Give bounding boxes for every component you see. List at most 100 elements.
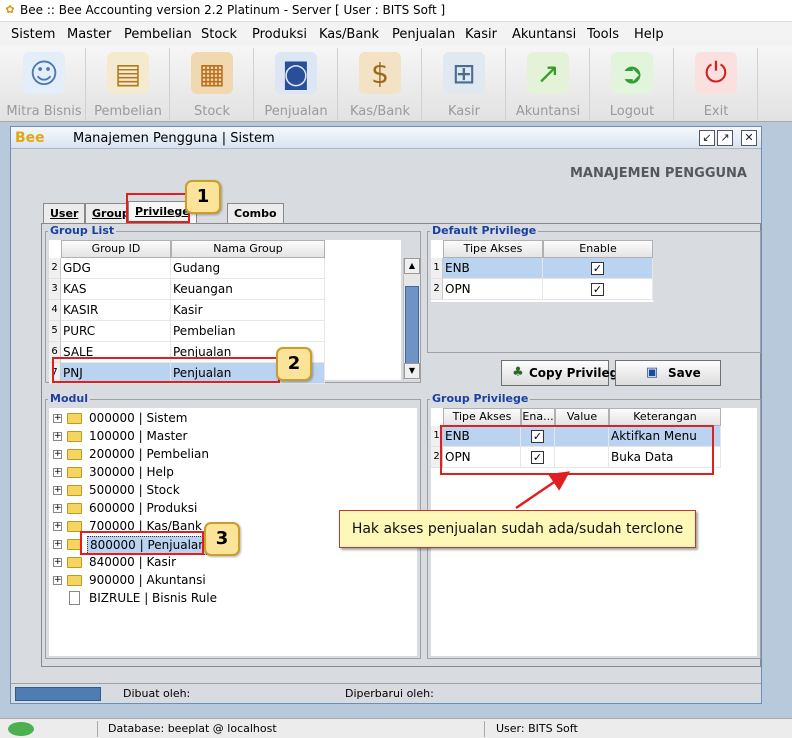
tree-node[interactable]: + 500000 | Stock: [53, 482, 353, 500]
column-header-group-id[interactable]: Group ID: [61, 240, 171, 258]
menu-help[interactable]: Help: [634, 27, 664, 42]
tree-node-label: 200000 | Pembelian: [89, 447, 209, 461]
tree-node[interactable]: + 100000 | Master: [53, 428, 353, 446]
record-status-bar: Dibuat oleh: Diperbarui oleh:: [11, 683, 761, 703]
column-header-tipe-akses[interactable]: Tipe Akses: [443, 240, 543, 258]
toolbar-logout-button[interactable]: ➲ Logout: [590, 48, 674, 120]
expand-icon[interactable]: +: [53, 468, 62, 477]
tab-user[interactable]: User: [43, 203, 86, 223]
tree-node-label: 840000 | Kasir: [89, 555, 177, 569]
enable-checkbox[interactable]: ✓: [591, 283, 604, 296]
table-row[interactable]: 2 GDG Gudang: [49, 258, 329, 279]
annotation-callout: Hak akses penjualan sudah ada/sudah terc…: [339, 510, 696, 548]
table-row[interactable]: 3 KAS Keuangan: [49, 279, 329, 300]
tree-node[interactable]: + 840000 | Kasir: [53, 554, 353, 572]
expand-icon[interactable]: +: [53, 432, 62, 441]
menu-stock[interactable]: Stock: [201, 27, 237, 42]
table-row[interactable]: 2 OPN ✓: [431, 279, 653, 300]
menu-produksi[interactable]: Produksi: [252, 27, 307, 42]
tree-node[interactable]: + 300000 | Help: [53, 464, 353, 482]
toolbar-akuntansi-button[interactable]: ↗ Akuntansi: [506, 48, 590, 120]
child-window-titlebar: Bee Manajemen Pengguna | Sistem ↙ ↗ ✕: [11, 127, 761, 149]
copy-privilege-label: Copy Privilege: [529, 366, 627, 380]
scroll-up-icon[interactable]: ▲: [404, 258, 420, 274]
column-header-keterangan[interactable]: Keterangan: [609, 408, 721, 426]
tree-node-label: 000000 | Sistem: [89, 411, 188, 425]
expand-icon[interactable]: +: [53, 576, 62, 585]
enable-checkbox[interactable]: ✓: [591, 262, 604, 275]
boxes-icon: ▦: [191, 52, 233, 94]
menu-master[interactable]: Master: [67, 27, 111, 42]
toolbar-mitra-bisnis-button[interactable]: ☺ Mitra Bisnis: [2, 48, 86, 120]
scroll-down-icon[interactable]: ▼: [404, 363, 420, 379]
toolbar-label: Mitra Bisnis: [6, 104, 82, 119]
expand-icon[interactable]: +: [53, 486, 62, 495]
tab-user-label: User: [50, 207, 79, 220]
column-header-value[interactable]: Value: [555, 408, 609, 426]
toolbar-label: Penjualan: [264, 104, 328, 119]
menu-tools[interactable]: Tools: [587, 27, 619, 42]
expand-icon[interactable]: +: [53, 450, 62, 459]
row-number: 5: [49, 321, 61, 342]
tree-node-label: 500000 | Stock: [89, 483, 180, 497]
tab-combo[interactable]: Combo: [227, 203, 284, 223]
tab-group-label: Group: [92, 207, 130, 220]
tree-node-label: 300000 | Help: [89, 465, 174, 479]
expand-icon[interactable]: +: [53, 558, 62, 567]
group-list-scrollbar[interactable]: ▲ ▼: [403, 258, 420, 380]
group-list-label: Group List: [48, 224, 117, 237]
annotation-box-privilege-tab: [126, 193, 190, 223]
tree-node[interactable]: + 900000 | Akuntansi: [53, 572, 353, 590]
table-row-selected[interactable]: 1 ENB ✓: [431, 258, 653, 279]
main-status-bar: Database: beeplat @ localhost User: BITS…: [0, 718, 792, 738]
child-window-title: Manajemen Pengguna | Sistem: [73, 131, 275, 146]
status-indicator: [15, 687, 101, 701]
modul-label: Modul: [48, 392, 90, 405]
table-row[interactable]: 4 KASIR Kasir: [49, 300, 329, 321]
toolbar-penjualan-button[interactable]: ◙ Penjualan: [254, 48, 338, 120]
column-header-tipe-akses[interactable]: Tipe Akses: [443, 408, 521, 426]
power-icon: ⏻: [695, 52, 737, 94]
tree-node[interactable]: BIZRULE | Bisnis Rule: [53, 590, 353, 608]
group-id-cell: PURC: [61, 321, 171, 342]
menu-penjualan[interactable]: Penjualan: [392, 27, 455, 42]
expand-icon[interactable]: +: [53, 540, 62, 549]
maximize-icon[interactable]: ↗: [717, 130, 733, 146]
tree-node[interactable]: + 600000 | Produksi: [53, 500, 353, 518]
toolbar-exit-button[interactable]: ⏻ Exit: [674, 48, 758, 120]
toolbar-kas-bank-button[interactable]: $ Kas/Bank: [338, 48, 422, 120]
close-icon[interactable]: ✕: [741, 130, 757, 146]
row-number: 2: [431, 279, 443, 300]
globe-icon: [8, 722, 34, 736]
group-name-cell: Gudang: [171, 258, 325, 279]
row-number: 4: [49, 300, 61, 321]
toolbar-label: Pembelian: [94, 104, 162, 119]
save-button[interactable]: ▣ Save: [615, 360, 721, 386]
annotation-box-penjualan-node: [80, 531, 204, 555]
toolbar-kasir-button[interactable]: ⊞ Kasir: [422, 48, 506, 120]
menu-kasir[interactable]: Kasir: [465, 27, 497, 42]
cart-icon: ⊞: [443, 52, 485, 94]
updated-by-label: Diperbarui oleh:: [345, 687, 434, 700]
menu-sistem[interactable]: Sistem: [11, 27, 55, 42]
menu-kas-bank[interactable]: Kas/Bank: [319, 27, 379, 42]
scroll-thumb[interactable]: [405, 286, 419, 364]
tree-node[interactable]: + 000000 | Sistem: [53, 410, 353, 428]
column-header-nama-group[interactable]: Nama Group: [171, 240, 325, 258]
menu-akuntansi[interactable]: Akuntansi: [512, 27, 576, 42]
tree-node[interactable]: + 200000 | Pembelian: [53, 446, 353, 464]
title-bar: ✿ Bee :: Bee Accounting version 2.2 Plat…: [0, 0, 792, 22]
expand-icon[interactable]: +: [53, 504, 62, 513]
tab-combo-label: Combo: [234, 207, 277, 220]
toolbar-pembelian-button[interactable]: ▤ Pembelian: [86, 48, 170, 120]
expand-icon[interactable]: +: [53, 414, 62, 423]
toolbar-stock-button[interactable]: ▦ Stock: [170, 48, 254, 120]
document-icon: [69, 591, 80, 605]
column-header-enable[interactable]: Ena...: [521, 408, 555, 426]
table-row[interactable]: 5 PURC Pembelian: [49, 321, 329, 342]
menu-pembelian[interactable]: Pembelian: [124, 27, 192, 42]
minimize-icon[interactable]: ↙: [699, 130, 715, 146]
column-header-enable[interactable]: Enable: [543, 240, 653, 258]
copy-privilege-button[interactable]: ♣ Copy Privilege: [501, 360, 626, 386]
expand-icon[interactable]: +: [53, 522, 62, 531]
